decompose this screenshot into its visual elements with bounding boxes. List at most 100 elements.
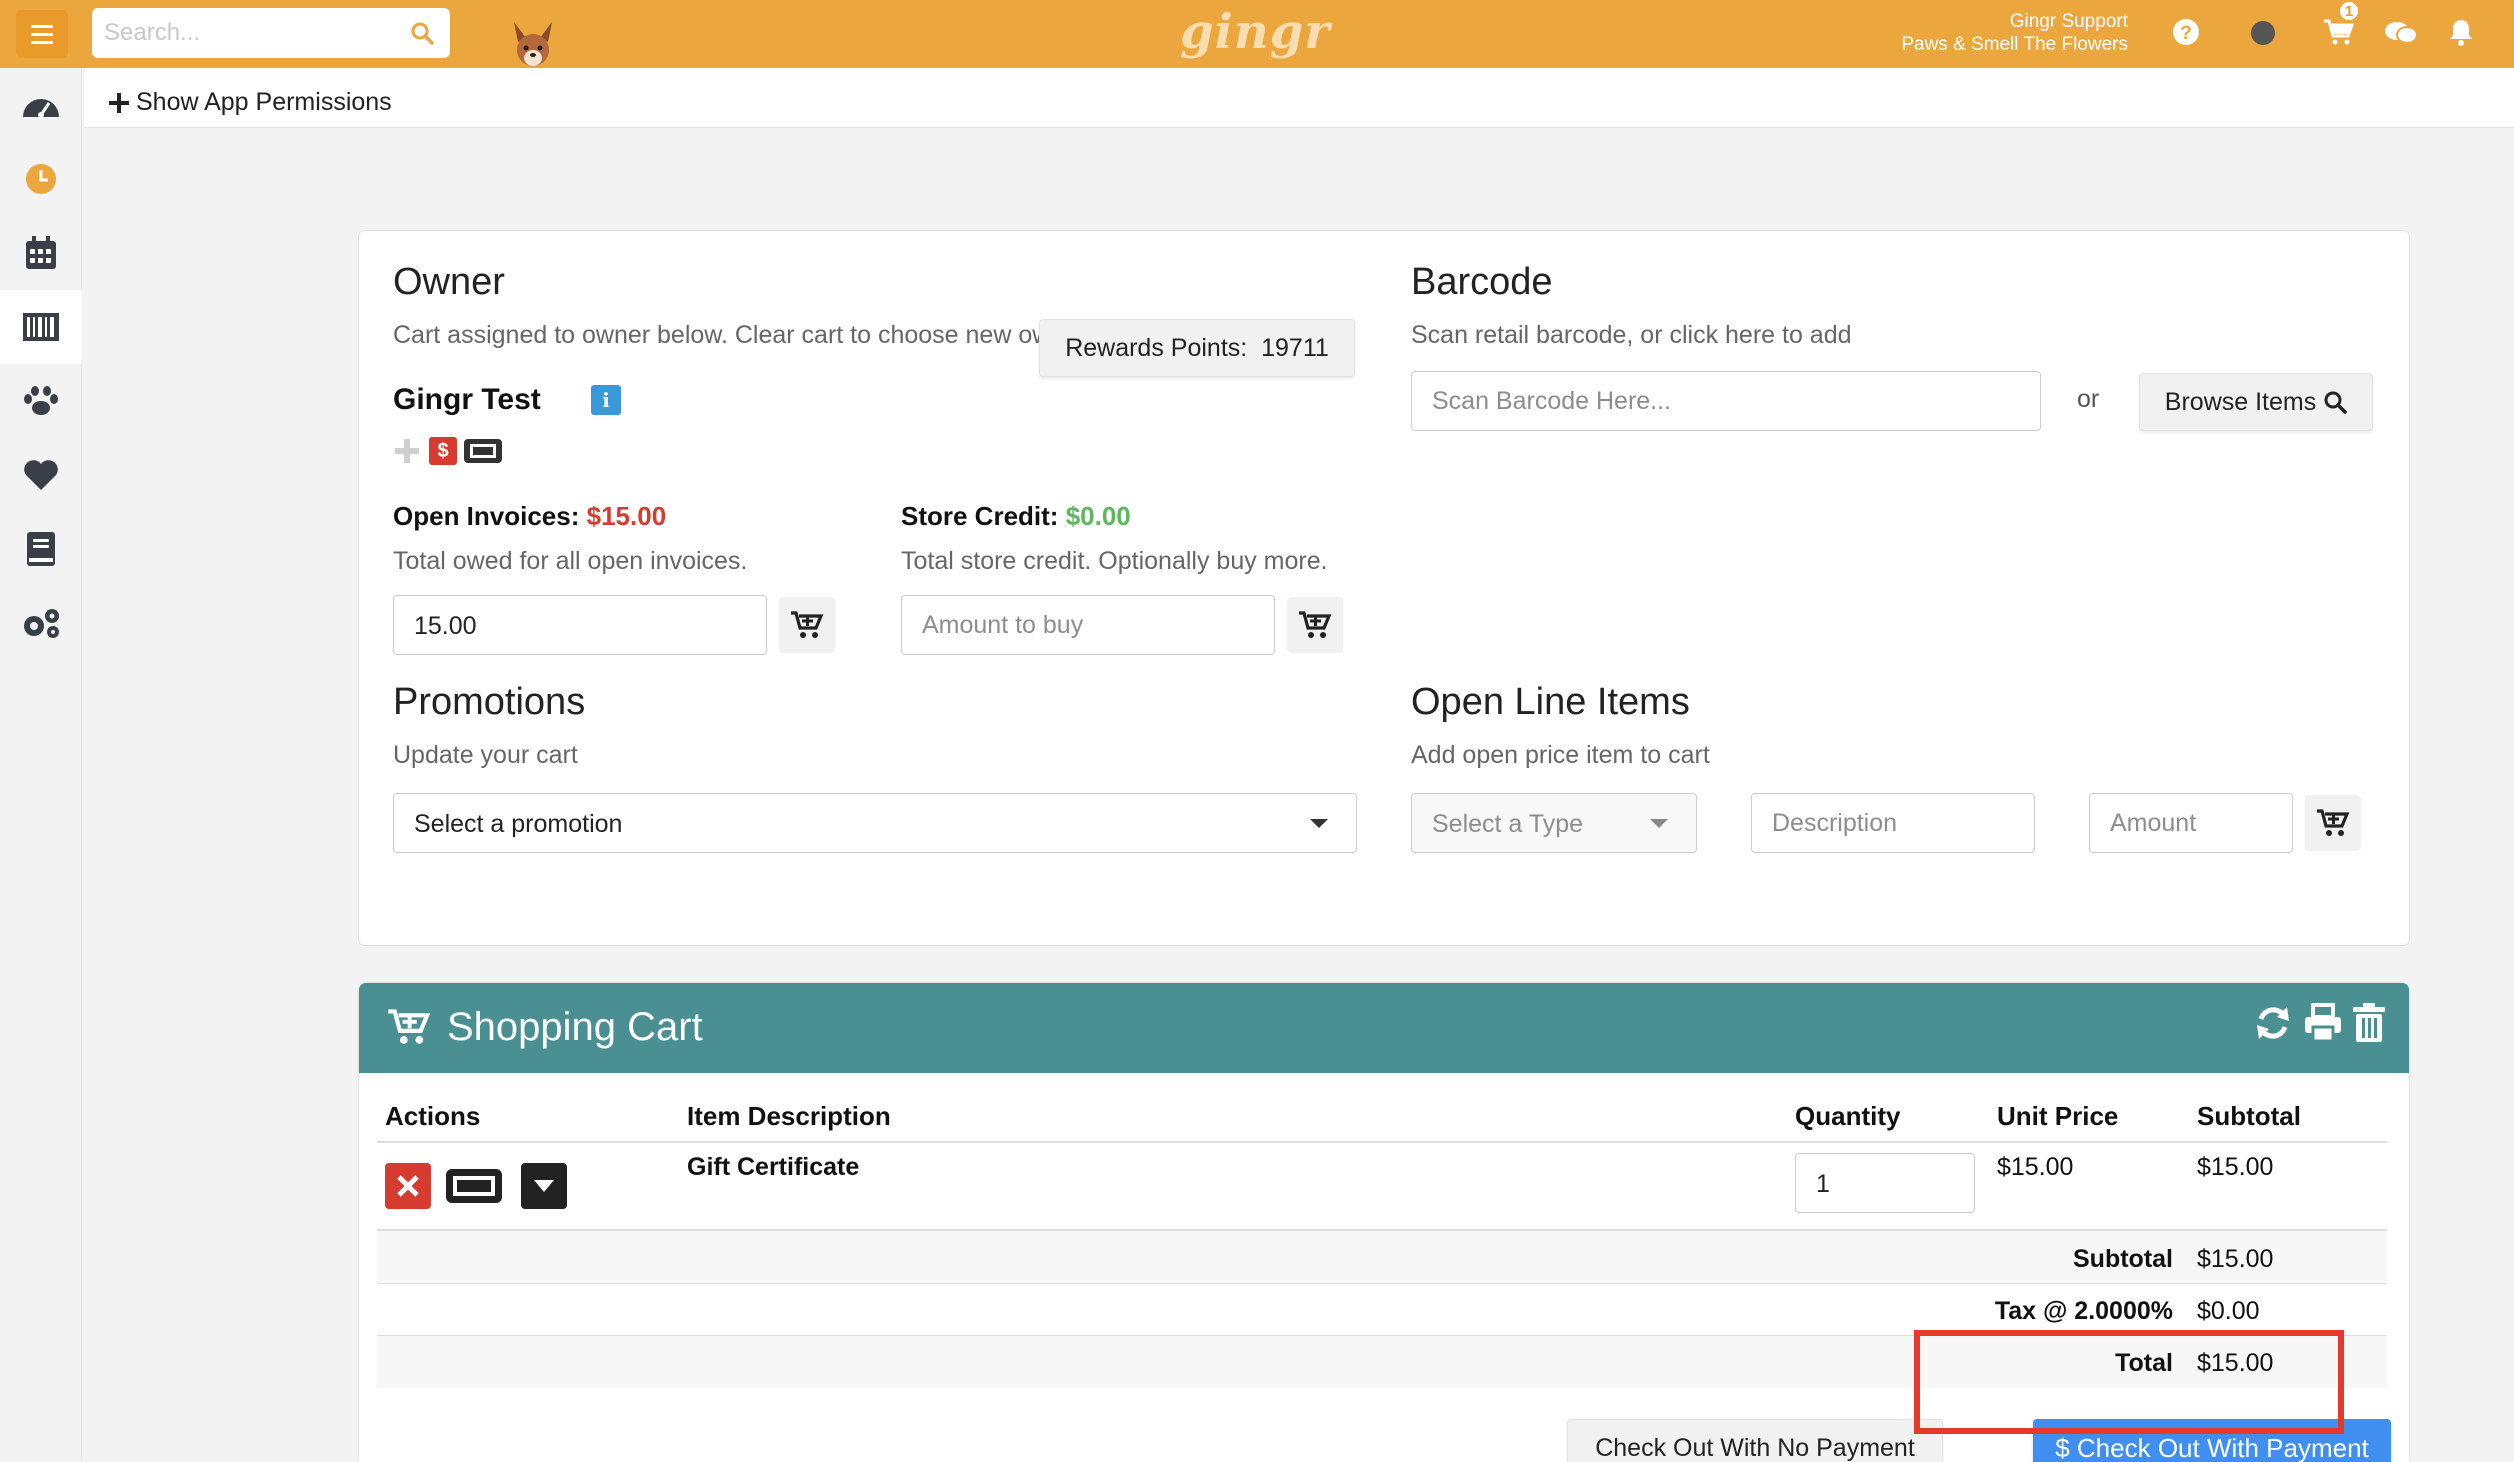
user-name: Gingr Support xyxy=(2009,11,2128,32)
heart-icon xyxy=(24,460,58,490)
business-name: Paws & Smell The Flowers xyxy=(1901,34,2128,55)
browse-items-button[interactable]: Browse Items xyxy=(2139,373,2373,431)
owner-heading: Owner xyxy=(393,261,505,303)
store-credit-amount-field[interactable] xyxy=(901,595,1275,655)
line-item-add-to-cart-button[interactable] xyxy=(2305,795,2361,851)
highlight-annotation xyxy=(1914,1330,2344,1434)
subtotal-label: Subtotal xyxy=(2073,1245,2173,1273)
store-credit-add-to-cart-button[interactable] xyxy=(1287,597,1343,653)
owner-name[interactable]: Gingr Test xyxy=(393,383,541,417)
barcode-icon xyxy=(23,313,59,341)
svg-text:?: ? xyxy=(2180,23,2192,44)
column-header-item-description: Item Description xyxy=(687,1101,891,1131)
column-header-subtotal: Subtotal xyxy=(2197,1101,2301,1131)
line-item-description-field[interactable] xyxy=(1751,793,2035,853)
promotion-select-value: Select a promotion xyxy=(414,810,623,838)
or-text: or xyxy=(2077,385,2100,413)
column-header-actions: Actions xyxy=(385,1101,481,1131)
menu-button[interactable] xyxy=(16,10,68,58)
sidebar-item-favorites[interactable] xyxy=(0,438,82,512)
ticket-button[interactable] xyxy=(445,1163,503,1209)
chat-icon[interactable] xyxy=(2384,20,2418,46)
rewards-points-button[interactable]: Rewards Points: 19711 xyxy=(1039,319,1355,377)
search-input[interactable] xyxy=(104,16,394,50)
open-invoices-subtext: Total owed for all open invoices. xyxy=(393,547,748,575)
cart-plus-icon xyxy=(791,611,824,638)
caret-down-icon xyxy=(534,1180,554,1192)
menu-icon xyxy=(31,32,53,36)
cart-plus-icon xyxy=(388,1009,431,1044)
owner-subtext: Cart assigned to owner below. Clear cart… xyxy=(393,321,1092,349)
show-app-permissions-toggle[interactable]: Show App Permissions xyxy=(108,88,392,117)
line-item-type-select[interactable]: Select a Type xyxy=(1411,793,1697,853)
invoice-amount-field[interactable]: 15.00 xyxy=(393,595,767,655)
line-item-type-value: Select a Type xyxy=(1432,810,1584,838)
plus-icon xyxy=(109,92,129,113)
rewards-value: 19711 xyxy=(1261,333,1329,362)
cart-icon[interactable] xyxy=(2322,18,2354,46)
invoice-amount-value: 15.00 xyxy=(414,612,477,640)
open-line-items-heading: Open Line Items xyxy=(1411,681,1690,723)
cart-plus-icon xyxy=(2317,809,2350,836)
line-item-amount-input[interactable] xyxy=(2110,794,2272,852)
sidebar-item-settings[interactable] xyxy=(0,586,82,660)
bell-icon[interactable] xyxy=(2448,18,2474,46)
remove-item-button[interactable] xyxy=(385,1163,431,1209)
barcode-subtext[interactable]: Scan retail barcode, or click here to ad… xyxy=(1411,321,1852,350)
trash-icon[interactable] xyxy=(2351,1003,2387,1043)
barcode-input[interactable] xyxy=(1432,372,2020,430)
chevron-down-icon xyxy=(1310,819,1328,828)
column-header-quantity: Quantity xyxy=(1795,1101,1901,1131)
promotion-select[interactable]: Select a promotion xyxy=(393,793,1357,853)
help-icon[interactable]: ? xyxy=(2172,18,2200,46)
search-box[interactable] xyxy=(92,8,450,58)
unit-price: $15.00 xyxy=(1997,1153,2074,1181)
sidebar xyxy=(0,68,82,1462)
pos-panel: Owner Cart assigned to owner below. Clea… xyxy=(358,230,2410,946)
book-icon xyxy=(27,532,55,566)
sidebar-item-calendar[interactable] xyxy=(0,216,82,290)
close-icon xyxy=(397,1175,419,1197)
calendar-icon xyxy=(26,236,56,269)
print-icon[interactable] xyxy=(2303,1003,2343,1043)
line-item-amount-field[interactable] xyxy=(2089,793,2293,853)
add-icon[interactable] xyxy=(393,437,421,465)
row-divider xyxy=(377,1283,2387,1284)
cart-plus-icon xyxy=(1299,611,1332,638)
sidebar-item-pets[interactable] xyxy=(0,364,82,438)
ticket-icon[interactable] xyxy=(463,437,503,465)
cart-count-badge: 1 xyxy=(2338,0,2360,22)
barcode-field[interactable] xyxy=(1411,371,2041,431)
search-icon[interactable] xyxy=(410,21,434,45)
refresh-icon[interactable] xyxy=(2253,1003,2293,1043)
store-credit-amount: $0.00 xyxy=(1065,501,1131,531)
promotions-subtext: Update your cart xyxy=(393,741,578,769)
browse-items-label: Browse Items xyxy=(2164,387,2317,416)
promotions-heading: Promotions xyxy=(393,681,586,723)
sidebar-item-reports[interactable] xyxy=(0,512,82,586)
permissions-bar: Show App Permissions xyxy=(84,68,2514,128)
store-credit-amount-input[interactable] xyxy=(922,596,1254,654)
sidebar-item-clock[interactable] xyxy=(0,142,82,216)
chevron-down-icon xyxy=(1650,819,1668,828)
check-out-no-payment-button[interactable]: Check Out With No Payment xyxy=(1567,1419,1943,1462)
sidebar-item-dashboard[interactable] xyxy=(0,68,82,142)
item-description: Gift Certificate xyxy=(687,1153,860,1181)
speedometer-icon xyxy=(23,99,59,118)
quantity-input[interactable]: 1 xyxy=(1795,1153,1975,1213)
sidebar-item-pos[interactable] xyxy=(0,290,82,364)
tax-label: Tax @ 2.0000% xyxy=(1994,1297,2173,1325)
search-icon xyxy=(2324,391,2347,414)
money-icon[interactable]: $ xyxy=(429,437,457,465)
user-info[interactable]: Gingr Support Paws & Smell The Flowers xyxy=(1901,10,2128,56)
clock-icon xyxy=(26,164,56,194)
expand-item-button[interactable] xyxy=(521,1163,567,1209)
status-dot-icon[interactable] xyxy=(2250,20,2276,46)
owner-info-icon[interactable]: i xyxy=(591,385,621,415)
invoice-add-to-cart-button[interactable] xyxy=(779,597,835,653)
line-item-description-input[interactable] xyxy=(1772,794,2014,852)
open-invoices-label: Open Invoices: xyxy=(393,501,580,531)
top-bar: gingr Gingr Support Paws & Smell The Flo… xyxy=(0,0,2514,68)
gingr-logo[interactable]: gingr xyxy=(1180,4,1331,60)
shopping-cart-header: Shopping Cart xyxy=(359,983,2409,1073)
